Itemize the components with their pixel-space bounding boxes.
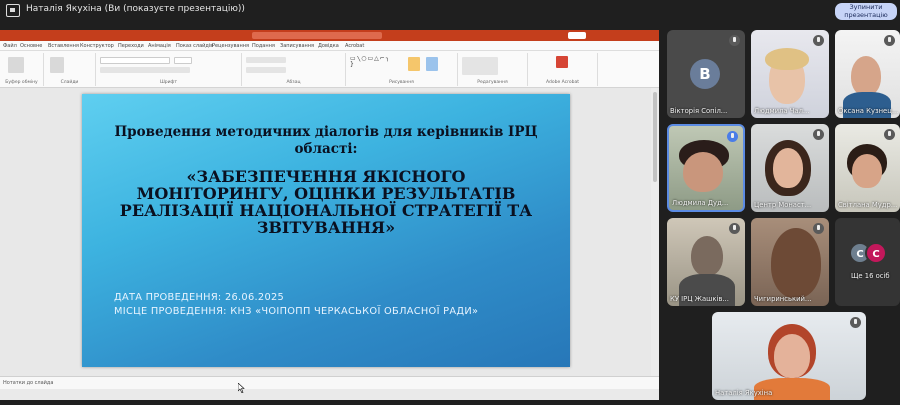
participant-video	[773, 148, 803, 188]
tab-acrobat[interactable]: Acrobat	[345, 43, 364, 49]
current-slide[interactable]: Проведення методичних діалогів для керів…	[82, 94, 570, 367]
ppt-ribbon-tabs: Файл Основне Вставлення Конструктор Пере…	[0, 41, 659, 51]
participant-tile[interactable]: Чигиринський...	[751, 218, 829, 306]
find-replace-select-buttons[interactable]	[462, 57, 498, 75]
tab-review[interactable]: Рецензування	[212, 43, 249, 49]
participant-video	[691, 236, 723, 276]
participant-name: Людмила Дуд...	[672, 199, 729, 207]
vertical-scrollbar[interactable]	[651, 88, 659, 376]
notes-pane[interactable]: Нотатки до слайда	[0, 376, 659, 389]
group-paragraph: Абзац	[242, 53, 346, 86]
mic-muted-icon	[813, 35, 824, 46]
mic-muted-icon	[884, 129, 895, 140]
mouse-cursor-icon	[238, 383, 245, 393]
speaking-indicator-icon	[727, 131, 738, 142]
participant-video	[851, 56, 881, 96]
avatar: С	[865, 242, 887, 264]
participant-video	[683, 152, 723, 192]
self-view-tile[interactable]: Наталія Якухіна	[712, 312, 866, 400]
quick-styles-icon[interactable]	[426, 57, 438, 71]
participant-name: Світлана Мудр...	[838, 201, 898, 209]
group-label: Буфер обміну	[5, 80, 38, 85]
align-buttons[interactable]	[246, 67, 286, 73]
notes-placeholder: Нотатки до слайда	[3, 380, 54, 386]
participant-tile[interactable]: Центр Монаст...	[751, 124, 829, 212]
group-label: Рисування	[389, 80, 414, 85]
participant-video	[771, 228, 821, 298]
font-format-buttons[interactable]	[100, 67, 190, 73]
group-editing: Редагування	[458, 53, 528, 86]
presenter-title: Наталія Якухіна (Ви (показуєте презентац…	[26, 4, 245, 14]
font-size-select[interactable]	[174, 57, 192, 64]
mic-muted-icon	[850, 317, 861, 328]
ppt-search-box[interactable]	[252, 32, 382, 39]
paste-icon[interactable]	[8, 57, 24, 73]
list-buttons[interactable]	[246, 57, 286, 63]
slide-date-line: ДАТА ПРОВЕДЕННЯ: 26.06.2025	[114, 292, 285, 303]
tab-view[interactable]: Подання	[252, 43, 275, 49]
participant-tile[interactable]: КУ ІРЦ Жашків...	[667, 218, 745, 306]
tab-insert[interactable]: Вставлення	[48, 43, 79, 49]
participant-tile[interactable]: Світлана Мудр...	[835, 124, 900, 212]
participant-name: Оксана Кузнец...	[838, 107, 899, 115]
arrange-icon[interactable]	[408, 57, 420, 71]
acrobat-pdf-icon[interactable]	[556, 56, 568, 68]
participant-name: Чигиринський...	[754, 295, 812, 303]
group-label: Абзац	[286, 80, 301, 85]
tab-animations[interactable]: Анімація	[148, 43, 171, 49]
tab-record[interactable]: Записування	[280, 43, 314, 49]
shared-powerpoint-window: Файл Основне Вставлення Конструктор Пере…	[0, 30, 659, 400]
new-slide-icon[interactable]	[50, 57, 64, 73]
group-slides: Слайди	[44, 53, 96, 86]
stop-presenting-button[interactable]: Зупинити презентацію	[835, 3, 897, 20]
mic-muted-icon	[729, 223, 740, 234]
participant-name: Центр Монаст...	[754, 201, 812, 209]
participant-name: Наталія Якухіна	[715, 389, 773, 397]
screen-share-icon	[6, 4, 20, 17]
group-font: Шрифт	[96, 53, 242, 86]
tab-design[interactable]: Конструктор	[80, 43, 114, 49]
tab-home[interactable]: Основне	[20, 43, 42, 49]
slide-editing-area: Проведення методичних діалогів для керів…	[0, 88, 659, 376]
participant-video	[765, 48, 809, 70]
participant-name: Вікторія Сопіл...	[670, 107, 728, 115]
participant-name: Людмила Чал...	[754, 107, 810, 115]
mic-muted-icon	[813, 223, 824, 234]
group-label: Шрифт	[159, 80, 178, 85]
group-label: Слайди	[60, 80, 79, 85]
tab-file[interactable]: Файл	[3, 43, 17, 49]
tab-help[interactable]: Довідка	[318, 43, 339, 49]
ppt-share-button[interactable]	[568, 32, 586, 39]
tab-slideshow[interactable]: Показ слайдів	[176, 43, 213, 49]
participant-name: КУ ІРЦ Жашків...	[670, 295, 729, 303]
participant-video	[774, 334, 810, 378]
more-participants-label: Ще 16 осіб	[851, 272, 890, 280]
slide-subtitle: «ЗАБЕЗПЕЧЕННЯ ЯКІСНОГО МОНІТОРИНГУ, ОЦІН…	[119, 167, 533, 237]
tab-transitions[interactable]: Переходи	[118, 43, 144, 49]
avatar: В	[690, 59, 720, 89]
mic-muted-icon	[729, 35, 740, 46]
slide-title: Проведення методичних діалогів для керів…	[114, 124, 538, 157]
more-participants-tile[interactable]: С С Ще 16 осіб	[835, 218, 900, 306]
participant-video	[852, 154, 882, 188]
ppt-title-bar	[0, 30, 659, 41]
group-drawing: ▭╲○▭△⌐╮⇒⇓⇑☆{ } Рисування	[346, 53, 458, 86]
mic-muted-icon	[813, 129, 824, 140]
group-label: Adobe Acrobat	[545, 80, 580, 85]
group-label: Редагування	[477, 80, 508, 85]
participant-tile[interactable]: В Вікторія Сопіл...	[667, 30, 745, 118]
ppt-ribbon: Буфер обміну Слайди Шрифт Абзац ▭╲○▭△⌐╮⇒…	[0, 51, 659, 88]
participant-tile-speaking[interactable]: Людмила Дуд...	[667, 124, 745, 212]
font-family-select[interactable]	[100, 57, 170, 64]
scrollbar-thumb[interactable]	[653, 92, 657, 182]
participant-tile[interactable]: Людмила Чал...	[751, 30, 829, 118]
group-clipboard: Буфер обміну	[0, 53, 44, 86]
group-acrobat: Adobe Acrobat	[528, 53, 598, 86]
slide-place-line: МІСЦЕ ПРОВЕДЕННЯ: КНЗ «ЧОІПОПП ЧЕРКАСЬКО…	[114, 306, 479, 317]
ppt-status-bar	[0, 389, 659, 400]
participant-tile[interactable]: Оксана Кузнец...	[835, 30, 900, 118]
shapes-gallery[interactable]: ▭╲○▭△⌐╮⇒⇓⇑☆{ }	[350, 56, 388, 76]
mic-muted-icon	[884, 35, 895, 46]
meeting-top-bar: Наталія Якухіна (Ви (показуєте презентац…	[0, 0, 900, 22]
